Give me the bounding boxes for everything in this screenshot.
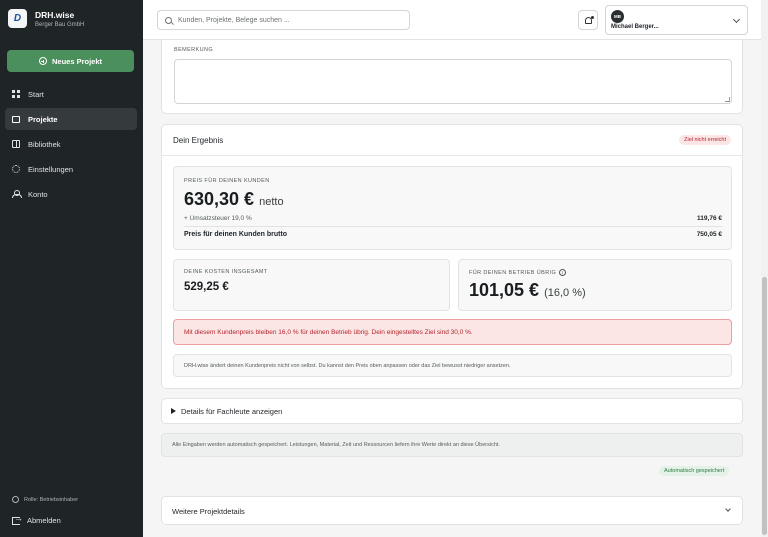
details-toggle[interactable]: Details für Fachleute anzeigen [161,398,743,424]
gross-price-value: 750,05 € [696,231,722,238]
notifications-button[interactable] [578,10,598,30]
plus-circle-icon [38,57,47,65]
topbar: Kunden, Projekte, Belege suchen ... MB M… [143,0,761,40]
target-alert: Mit diesem Kundenpreis bleiben 16,0 % fü… [173,319,732,345]
vat-value: 119,76 € [697,215,722,222]
resize-handle-icon[interactable] [725,97,730,102]
remark-textarea[interactable] [174,59,732,104]
remaining-value: 101,05 € (16,0 %) [469,280,586,300]
gross-price-label: Preis für deinen Kunden brutto [184,231,288,238]
remark-label: BEMERKUNG [174,47,214,53]
vat-label: + Umsatzsteuer 19,0 % [184,215,252,222]
user-role: Rolle: Betriebsinhaber [12,496,78,503]
folder-icon [12,115,20,123]
sidebar-nav: Start Projekte Bibliothek Einstellungen … [5,83,137,208]
gear-icon [12,165,20,173]
status-badge: Ziel nicht erreicht [679,135,731,145]
result-card: Dein Ergebnis Ziel nicht erreicht PREIS … [161,124,743,389]
logout-button[interactable]: Abmelden [12,513,61,525]
new-project-button[interactable]: Neues Projekt [7,50,134,72]
grid-icon [12,90,20,98]
bell-icon [584,15,594,24]
more-project-details[interactable]: Weitere Projektdetails [161,496,743,525]
sidebar-item-start[interactable]: Start [5,83,137,105]
sidebar-item-bibliothek[interactable]: Bibliothek [5,133,137,155]
book-icon [12,140,20,148]
customer-price-label: PREIS FÜR DEINEN KUNDEN [184,178,270,184]
more-project-details-title: Weitere Projektdetails [172,507,245,516]
remaining-box: FÜR DEINEN BETRIEB ÜBRIG i 101,05 € (16,… [458,259,732,311]
info-icon[interactable]: i [559,269,567,276]
disclosure-triangle-icon [171,408,176,414]
user-icon [12,190,22,198]
brand-name: DRH.wise [35,9,75,20]
autosave-badge: Automatisch gespeichert [659,466,730,476]
chevron-down-icon [725,506,731,512]
scrollbar-thumb[interactable] [762,277,767,535]
total-cost-value: 529,25 € [184,281,229,293]
user-name: Michael Berger... [611,24,659,30]
divider [184,226,722,227]
avatar: MB [611,10,624,23]
sidebar-item-konto[interactable]: Konto [5,183,137,205]
customer-price-box: PREIS FÜR DEINEN KUNDEN 630,30 € netto +… [173,166,732,250]
result-header: Dein Ergebnis Ziel nicht erreicht [162,125,742,156]
chevron-down-icon [732,15,741,24]
remaining-label: FÜR DEINEN BETRIEB ÜBRIG i [469,269,567,276]
total-cost-label: DEINE KOSTEN INSGESAMT [184,269,268,275]
result-title: Dein Ergebnis [173,136,224,145]
sidebar-item-einstellungen[interactable]: Einstellungen [5,158,137,180]
sidebar-item-projekte[interactable]: Projekte [5,108,137,130]
logout-icon [12,513,23,525]
customer-price-value: 630,30 € netto [184,189,284,209]
autosave-info: Alle Eingaben werden automatisch gespeic… [161,433,743,457]
brand[interactable]: D DRH.wise Berger Bau GmbH [8,9,84,28]
company-name: Berger Bau GmbH [35,21,85,28]
user-menu[interactable]: MB Michael Berger... [605,5,748,35]
total-cost-box: DEINE KOSTEN INSGESAMT 529,25 € [173,259,450,311]
scrollbar[interactable] [761,0,768,537]
sidebar: D DRH.wise Berger Bau GmbH Neues Projekt… [0,0,143,537]
brand-logo: D [8,9,27,28]
search-input[interactable]: Kunden, Projekte, Belege suchen ... [157,10,410,30]
remark-card: BEMERKUNG [161,40,743,114]
price-note: DRH.wise ändert deinen Kundenpreis nicht… [173,354,732,377]
shield-check-icon [12,496,19,503]
search-icon [165,16,172,24]
